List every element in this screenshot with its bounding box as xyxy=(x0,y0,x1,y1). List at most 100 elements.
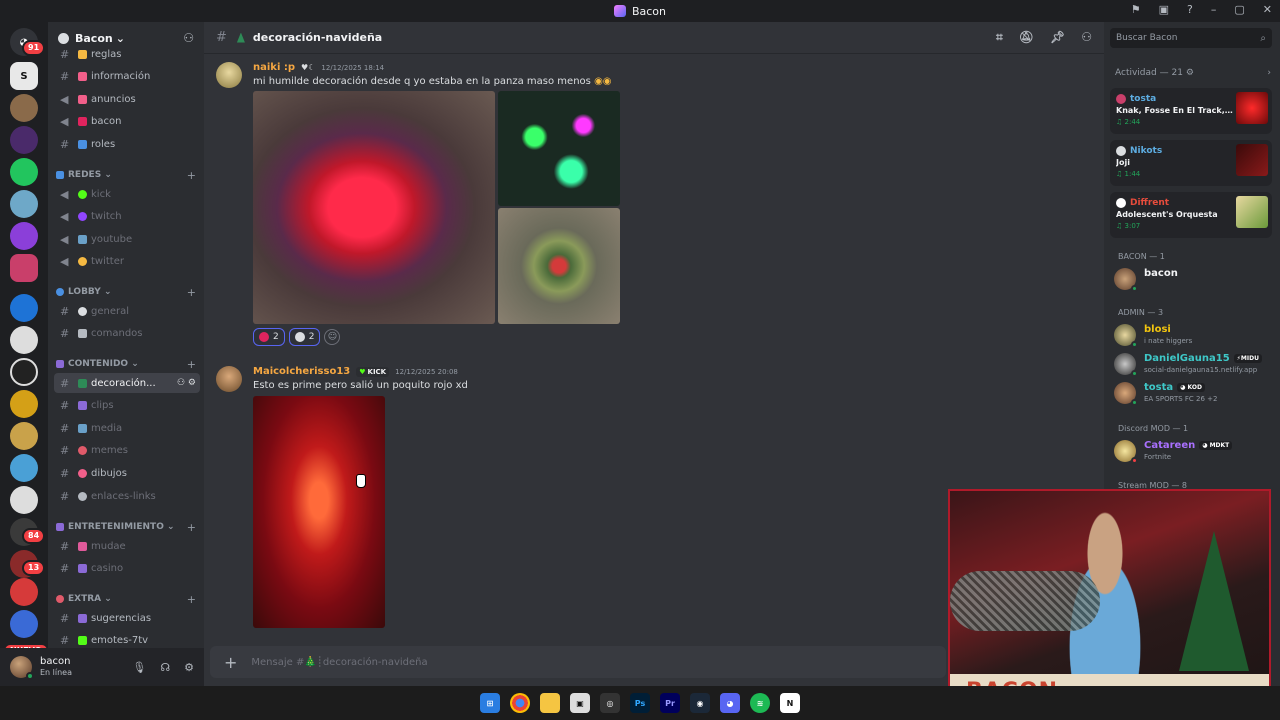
member-row[interactable]: bacon xyxy=(1114,266,1274,294)
server-icon-bacon[interactable] xyxy=(10,254,38,282)
channel-sugerencias[interactable]: # sugerencias xyxy=(54,608,200,628)
message-composer[interactable]: + Mensaje #🎄┊decoración-navideña xyxy=(210,646,946,678)
category-redes[interactable]: REDES ⌄ + xyxy=(56,167,196,183)
server-icon[interactable] xyxy=(10,190,38,218)
close-button[interactable]: ✕ xyxy=(1263,3,1272,16)
category-contenido[interactable]: CONTENIDO ⌄ + xyxy=(56,356,196,372)
channel-emotes-7tv[interactable]: # emotes-7tv xyxy=(54,630,200,648)
category-entretenimiento[interactable]: ENTRETENIMIENTO ⌄ + xyxy=(56,519,196,535)
channel-twitch[interactable]: ◀ twitch xyxy=(54,206,200,226)
channel-anuncios[interactable]: ◀ anuncios xyxy=(54,89,200,109)
add-channel-icon[interactable]: + xyxy=(187,286,196,299)
server-icon[interactable] xyxy=(10,578,38,606)
server-icon[interactable] xyxy=(10,610,38,638)
microphone-icon[interactable]: 🎙︎ xyxy=(132,661,146,674)
notifications-muted-icon[interactable]: 🔕︎ xyxy=(1019,30,1034,45)
author-name[interactable]: naiki :p xyxy=(253,62,295,73)
threads-icon[interactable]: ⌗ xyxy=(996,30,1003,45)
author-name[interactable]: Maicolcherisso13 xyxy=(253,366,350,377)
server-icon[interactable] xyxy=(10,222,38,250)
reaction-heart[interactable]: 2 xyxy=(253,328,285,346)
server-icon[interactable] xyxy=(10,454,38,482)
guild-tag[interactable]: ♥ KICK xyxy=(356,366,390,377)
member-row[interactable]: Catareen ◕ MDKT Fortnite xyxy=(1114,438,1274,466)
discord-icon[interactable]: ◕ xyxy=(720,693,740,713)
search-input[interactable]: Buscar Bacon ⌕ xyxy=(1110,28,1272,48)
channel-casino[interactable]: # casino xyxy=(54,558,200,578)
category-extra[interactable]: EXTRA ⌄ + xyxy=(56,591,196,607)
add-reaction-icon[interactable]: ☺ xyxy=(324,329,341,345)
channel-enlaces-links[interactable]: # enlaces-links xyxy=(54,486,200,506)
avatar[interactable] xyxy=(10,656,34,680)
add-channel-icon[interactable]: + xyxy=(187,169,196,182)
server-icon[interactable]: S xyxy=(10,62,38,90)
add-channel-icon[interactable]: + xyxy=(187,521,196,534)
channel-decoracion-navidena[interactable]: # decoración... ⚇ ⚙ xyxy=(54,373,200,393)
channel-mudae[interactable]: # mudae xyxy=(54,536,200,556)
member-row[interactable]: DanielGauna15 ⚡MIDU social-danielgauna15.… xyxy=(1114,351,1274,379)
window-icon[interactable]: ▣ xyxy=(1159,3,1169,16)
activity-card[interactable]: Diffrent Adolescent's Orquesta ♫ 3:07 xyxy=(1110,192,1272,238)
minimize-button[interactable]: – xyxy=(1211,3,1217,16)
windows-start-icon[interactable]: ⊞ xyxy=(480,693,500,713)
help-icon[interactable]: ? xyxy=(1187,3,1193,16)
channel-roles[interactable]: # roles xyxy=(54,134,200,154)
channel-informacion[interactable]: # información xyxy=(54,66,200,86)
server-icon[interactable] xyxy=(10,358,38,386)
premiere-icon[interactable]: Pr xyxy=(660,693,680,713)
pin-icon[interactable]: 📌︎ xyxy=(1050,30,1065,45)
headphones-icon[interactable]: ☊ xyxy=(160,661,170,674)
invite-people-icon[interactable]: ⚇ xyxy=(183,31,194,45)
server-icon[interactable] xyxy=(10,94,38,122)
server-icon[interactable] xyxy=(10,158,38,186)
attachment-image[interactable] xyxy=(253,396,385,628)
photoshop-icon[interactable]: Ps xyxy=(630,693,650,713)
attach-plus-icon[interactable]: + xyxy=(224,653,237,672)
author-avatar[interactable] xyxy=(216,62,242,88)
gear-icon[interactable]: ⚙ xyxy=(184,661,194,674)
user-names[interactable]: bacon En línea xyxy=(40,656,72,678)
member-row[interactable]: tosta ◕ KOD EA SPORTS FC 26 +2 xyxy=(1114,380,1274,408)
author-avatar[interactable] xyxy=(216,366,242,392)
file-explorer-icon[interactable] xyxy=(540,693,560,713)
inbox-icon[interactable]: ⚑ xyxy=(1131,3,1141,16)
channel-kick[interactable]: ◀ kick xyxy=(54,184,200,204)
channel-memes[interactable]: # memes xyxy=(54,440,200,460)
app-icon[interactable]: ▣ xyxy=(570,693,590,713)
member-row[interactable]: blosi i nate higgers xyxy=(1114,322,1274,350)
obs-icon[interactable]: ◎ xyxy=(600,693,620,713)
category-lobby[interactable]: LOBBY ⌄ + xyxy=(56,284,196,300)
reaction-emoji[interactable]: 2 xyxy=(288,328,321,346)
server-icon[interactable] xyxy=(10,294,38,322)
channel-youtube[interactable]: ◀ youtube xyxy=(54,229,200,249)
chrome-icon[interactable] xyxy=(510,693,530,713)
maximize-button[interactable]: ▢ xyxy=(1234,3,1244,16)
add-channel-icon[interactable]: + xyxy=(187,358,196,371)
chevron-right-icon[interactable]: › xyxy=(1267,68,1271,78)
channel-twitter[interactable]: ◀ twitter xyxy=(54,251,200,271)
activity-card[interactable]: tosta Knak, Fosse En El Track, O... ♫ 2:… xyxy=(1110,88,1272,134)
server-icon[interactable] xyxy=(10,326,38,354)
channel-general[interactable]: # general xyxy=(54,301,200,321)
channel-comandos[interactable]: # comandos xyxy=(54,323,200,343)
server-icon[interactable] xyxy=(10,486,38,514)
attachment-image[interactable] xyxy=(253,91,495,324)
server-icon[interactable] xyxy=(10,422,38,450)
channel-clips[interactable]: # clips xyxy=(54,395,200,415)
attachment-image[interactable] xyxy=(498,91,620,206)
server-icon[interactable] xyxy=(10,126,38,154)
channel-bacon[interactable]: ◀ bacon xyxy=(54,111,200,131)
member-list-icon[interactable]: ⚇ xyxy=(1081,30,1092,45)
notion-icon[interactable]: N xyxy=(780,693,800,713)
channel-reglas[interactable]: # reglas xyxy=(54,44,200,64)
server-icon[interactable] xyxy=(10,390,38,418)
add-channel-icon[interactable]: + xyxy=(187,593,196,606)
activity-header[interactable]: Actividad — 21 ⚙ › xyxy=(1115,68,1271,78)
steam-icon[interactable]: ◉ xyxy=(690,693,710,713)
channel-media[interactable]: # media xyxy=(54,418,200,438)
activity-card[interactable]: Nikots Joji ♫ 1:44 xyxy=(1110,140,1272,186)
invite-and-settings-icons[interactable]: ⚇ ⚙ xyxy=(177,378,196,388)
spotify-icon[interactable]: ≋ xyxy=(750,693,770,713)
channel-dibujos[interactable]: # dibujos xyxy=(54,463,200,483)
attachment-image[interactable] xyxy=(498,208,620,324)
